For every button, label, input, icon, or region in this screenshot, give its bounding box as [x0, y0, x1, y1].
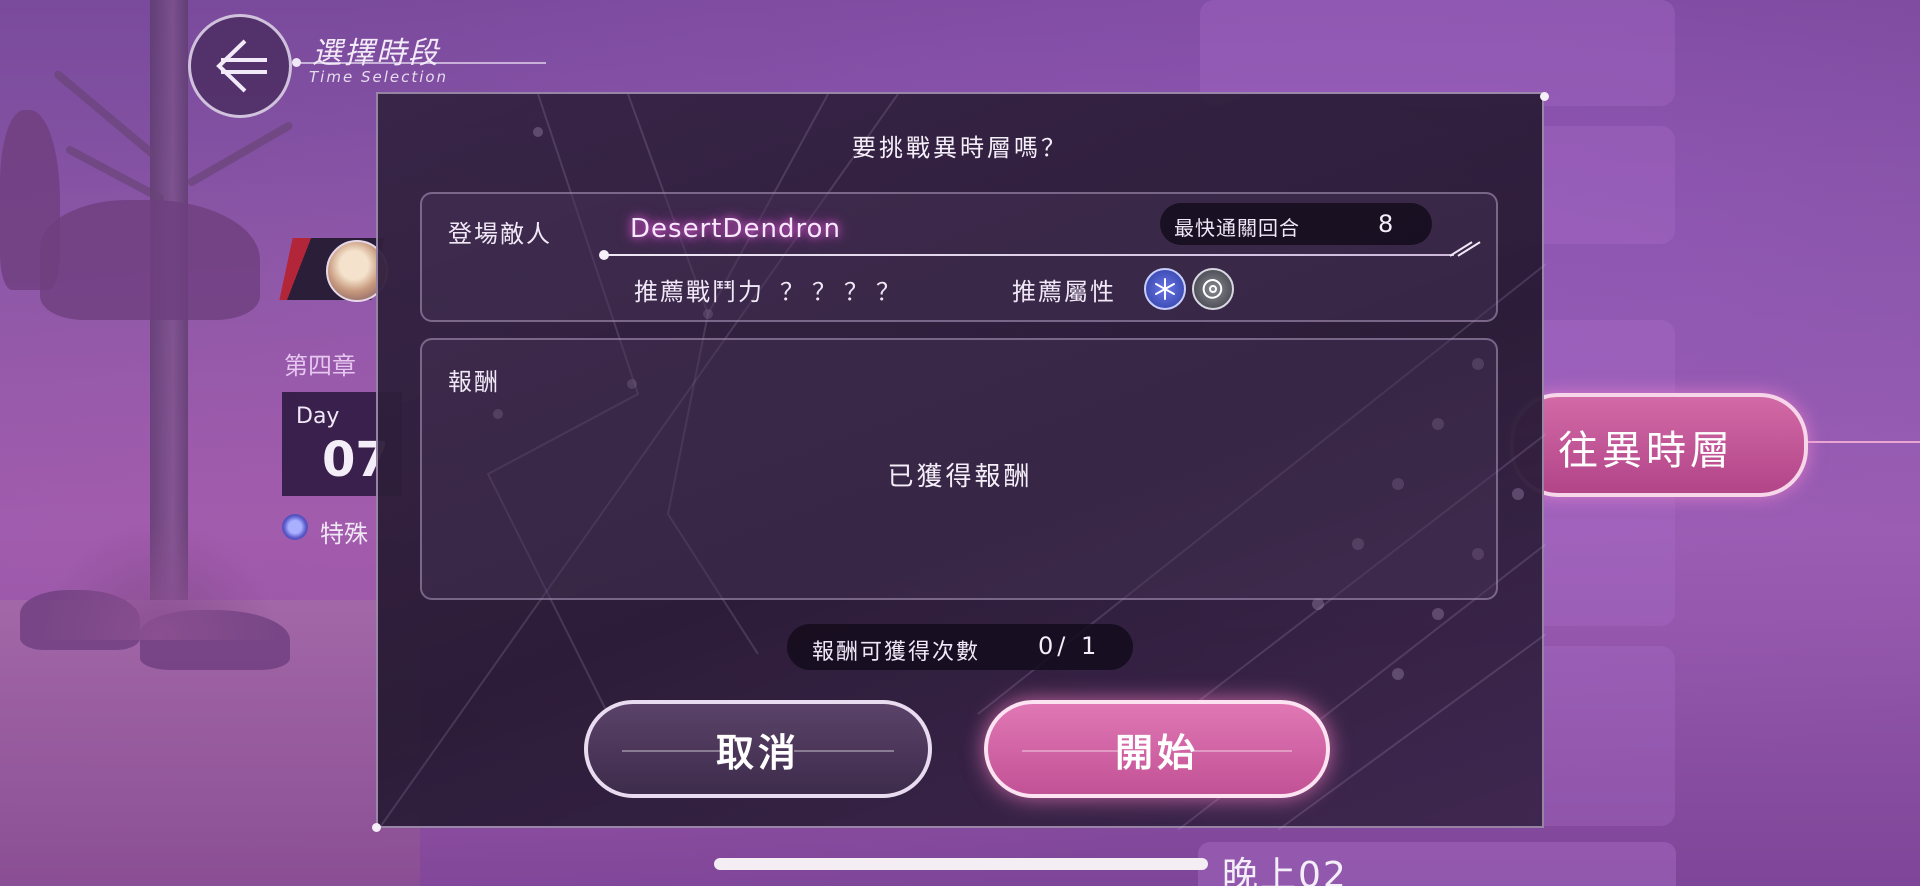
dialog-corner-dot [1540, 92, 1549, 101]
reward-count-value: 0/ 1 [1038, 632, 1101, 660]
recommended-power-label: 推薦戰鬥力 [634, 278, 764, 306]
start-button[interactable]: 開始 [984, 700, 1330, 798]
fastest-clear-value: 8 [1378, 210, 1394, 238]
enemy-divider-dot [599, 250, 609, 260]
button-decoration [1022, 750, 1122, 752]
day-label: Day [296, 404, 340, 429]
home-indicator[interactable] [714, 858, 1208, 870]
special-label: 特殊 [320, 520, 368, 548]
dialog-corner-dot [372, 823, 381, 832]
enemy-name: DesertDendron [630, 214, 841, 244]
dialog-title: 要挑戰異時層嗎？ [852, 134, 1068, 162]
page-title: 選擇時段 [312, 36, 440, 71]
enemy-label: 登場敵人 [448, 220, 552, 248]
back-arrow-icon [216, 39, 267, 93]
rift-connector-line [1800, 441, 1920, 443]
chapter-label: 第四章 [284, 352, 356, 380]
cancel-button-label: 取消 [715, 730, 800, 775]
cancel-button[interactable]: 取消 [584, 700, 932, 798]
ice-attribute-icon[interactable] [1144, 268, 1186, 310]
recommended-power-value: ？？？？ [780, 278, 908, 306]
reward-count-label: 報酬可獲得次數 [812, 640, 981, 665]
reward-status: 已獲得報酬 [887, 462, 1033, 492]
fastest-clear-label: 最快通關回合 [1174, 216, 1300, 240]
header-underline-dot [292, 58, 301, 67]
reward-label: 報酬 [448, 368, 500, 396]
button-decoration [794, 750, 894, 752]
wind-swirl-icon [1202, 278, 1223, 299]
page-subtitle: Time Selection [309, 68, 449, 86]
background-grass [40, 520, 280, 640]
start-button-label: 開始 [1114, 730, 1199, 775]
game-screen: 往異時層 晚上02 選擇時段 Time Selection 第四章 Day 07… [0, 0, 1920, 886]
wind-attribute-icon[interactable] [1192, 268, 1234, 310]
back-button[interactable] [188, 14, 292, 118]
snowflake-icon [1155, 278, 1175, 300]
enemy-divider [604, 254, 1454, 256]
button-decoration [1192, 750, 1292, 752]
button-decoration [622, 750, 722, 752]
special-swirl-icon [282, 514, 308, 540]
time-slot-card[interactable] [1200, 0, 1675, 106]
background-rock [40, 200, 260, 320]
evening-slot-label: 晚上02 [1222, 855, 1348, 886]
recommended-attribute-label: 推薦屬性 [1012, 278, 1116, 306]
